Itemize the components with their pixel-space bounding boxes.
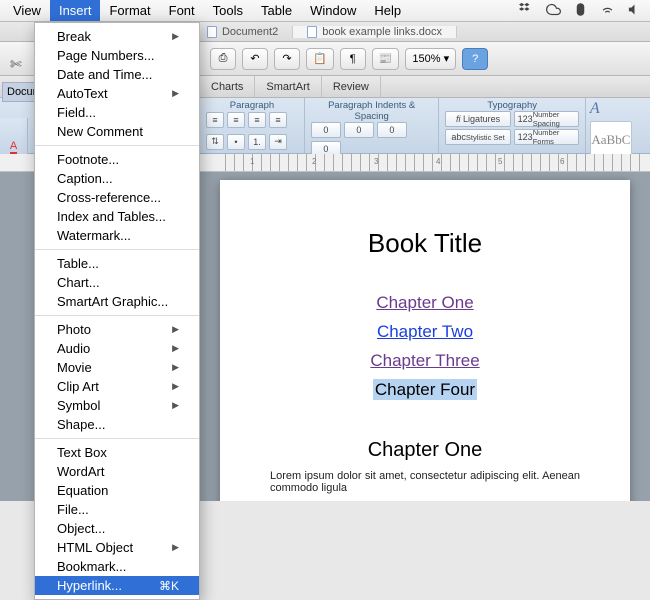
list-button[interactable]: • [227,134,245,150]
help-button[interactable]: ? [462,48,488,70]
group-label: Paragraph [206,100,298,111]
menu-format[interactable]: Format [100,0,159,21]
menu-item-new-comment[interactable]: New Comment [35,122,199,141]
wifi-icon [600,2,615,20]
line-spacing-button[interactable]: ⇅ [206,134,224,150]
evernote-icon [573,2,588,20]
ruler-number: 2 [312,157,316,166]
indent-right-input[interactable]: 0 [377,122,407,138]
doc-tab-active[interactable]: book example links.docx [292,26,457,38]
indent-left-input[interactable]: 0 [311,122,341,138]
ribbon-tab-review[interactable]: Review [322,76,381,97]
book-title: Book Title [270,228,580,259]
menu-item-field[interactable]: Field... [35,103,199,122]
menubar-status-icons [519,2,642,20]
menu-item-autotext[interactable]: AutoText▶ [35,84,199,103]
mac-menubar: ViewInsertFormatFontToolsTableWindowHelp [0,0,650,22]
chapter-heading: Chapter One [270,439,580,462]
toolbar-button[interactable]: 📋 [306,48,334,70]
number-forms-dropdown[interactable]: 123 Number Forms [514,129,579,145]
menu-item-smartart-graphic[interactable]: SmartArt Graphic... [35,292,199,311]
chapter-link[interactable]: Chapter Two [377,322,473,341]
zoom-control[interactable]: 150% ▾ [405,48,456,70]
align-justify-button[interactable]: ≡ [269,112,287,128]
chapter-links: Chapter One Chapter Two Chapter Three Chapt… [270,289,580,405]
volume-icon [627,2,642,20]
doc-tab-label: Document2 [222,26,278,38]
menu-item-photo[interactable]: Photo▶ [35,320,199,339]
toolbar-button[interactable]: 📰 [372,48,400,70]
menu-view[interactable]: View [4,0,50,21]
ruler-number: 5 [498,157,502,166]
menu-item-break[interactable]: Break▶ [35,27,199,46]
ruler-number: 4 [436,157,440,166]
menu-item-symbol[interactable]: Symbol▶ [35,396,199,415]
menu-item-object[interactable]: Object... [35,519,199,538]
menu-item-html-object[interactable]: HTML Object▶ [35,538,199,557]
toolbar-button[interactable]: ↷ [274,48,300,70]
menu-item-bookmark[interactable]: Bookmark... [35,557,199,576]
menu-item-cross-reference[interactable]: Cross-reference... [35,188,199,207]
toolbar-button[interactable]: ↶ [242,48,268,70]
menu-item-caption[interactable]: Caption... [35,169,199,188]
insert-menu-dropdown: Break▶Page Numbers...Date and Time...Aut… [34,22,200,600]
menu-tools[interactable]: Tools [204,0,252,21]
selected-text[interactable]: Chapter Four [373,379,477,400]
number-spacing-dropdown[interactable]: 123 Number Spacing [514,111,579,127]
align-center-button[interactable]: ≡ [227,112,245,128]
menu-item-file[interactable]: File... [35,500,199,519]
menu-item-watermark[interactable]: Watermark... [35,226,199,245]
menu-font[interactable]: Font [160,0,204,21]
document-icon [207,26,217,38]
doc-tab-label: book example links.docx [322,26,442,38]
ruler-number: 6 [560,157,564,166]
menu-item-footnote[interactable]: Footnote... [35,150,199,169]
menu-item-equation[interactable]: Equation [35,481,199,500]
menu-item-date-and-time[interactable]: Date and Time... [35,65,199,84]
align-right-button[interactable]: ≡ [248,112,266,128]
menu-item-wordart[interactable]: WordArt [35,462,199,481]
document-page[interactable]: Book Title Chapter OneChapter TwoChapter… [220,180,630,501]
zoom-value: 150% [412,53,440,65]
menu-insert[interactable]: Insert [50,0,101,21]
ligatures-dropdown[interactable]: fi Ligatures [445,111,510,127]
cloud-icon [546,2,561,20]
menu-table[interactable]: Table [252,0,301,21]
ruler-number: 3 [374,157,378,166]
numbered-list-button[interactable]: 1. [248,134,266,150]
toolbar-button[interactable]: ¶ [340,48,366,70]
ruler-number: 1 [250,157,254,166]
body-text: Lorem ipsum dolor sit amet, consectetur … [270,470,580,494]
menu-help[interactable]: Help [365,0,410,21]
doc-tab-inactive[interactable]: Document2 [193,26,292,38]
indent-button[interactable]: ⇥ [269,134,287,150]
menu-item-index-and-tables[interactable]: Index and Tables... [35,207,199,226]
align-left-button[interactable]: ≡ [206,112,224,128]
chapter-link[interactable]: Chapter Three [370,351,479,370]
ribbon-tab-smartart[interactable]: SmartArt [255,76,321,97]
menu-item-clip-art[interactable]: Clip Art▶ [35,377,199,396]
menu-item-movie[interactable]: Movie▶ [35,358,199,377]
menu-item-text-box[interactable]: Text Box [35,443,199,462]
cut-icon[interactable]: ✄ [10,56,22,73]
document-icon [307,26,317,38]
menu-window[interactable]: Window [301,0,365,21]
font-color-control[interactable]: A [0,118,28,154]
group-label: Paragraph Indents & Spacing [311,100,433,122]
space-before-input[interactable]: 0 [344,122,374,138]
menu-item-chart[interactable]: Chart... [35,273,199,292]
dropbox-icon [519,2,534,20]
menu-item-shape[interactable]: Shape... [35,415,199,434]
menu-item-audio[interactable]: Audio▶ [35,339,199,358]
stylistic-set-dropdown[interactable]: abc Stylistic Set [445,129,510,145]
menu-item-page-numbers[interactable]: Page Numbers... [35,46,199,65]
menu-item-hyperlink[interactable]: Hyperlink...⌘K [35,576,199,595]
font-style-icon[interactable]: A [590,100,600,118]
chapter-link[interactable]: Chapter One [376,293,473,312]
toolbar-button[interactable]: ⎙ [210,48,236,70]
menu-item-table[interactable]: Table... [35,254,199,273]
ribbon-tab-charts[interactable]: Charts [200,76,255,97]
